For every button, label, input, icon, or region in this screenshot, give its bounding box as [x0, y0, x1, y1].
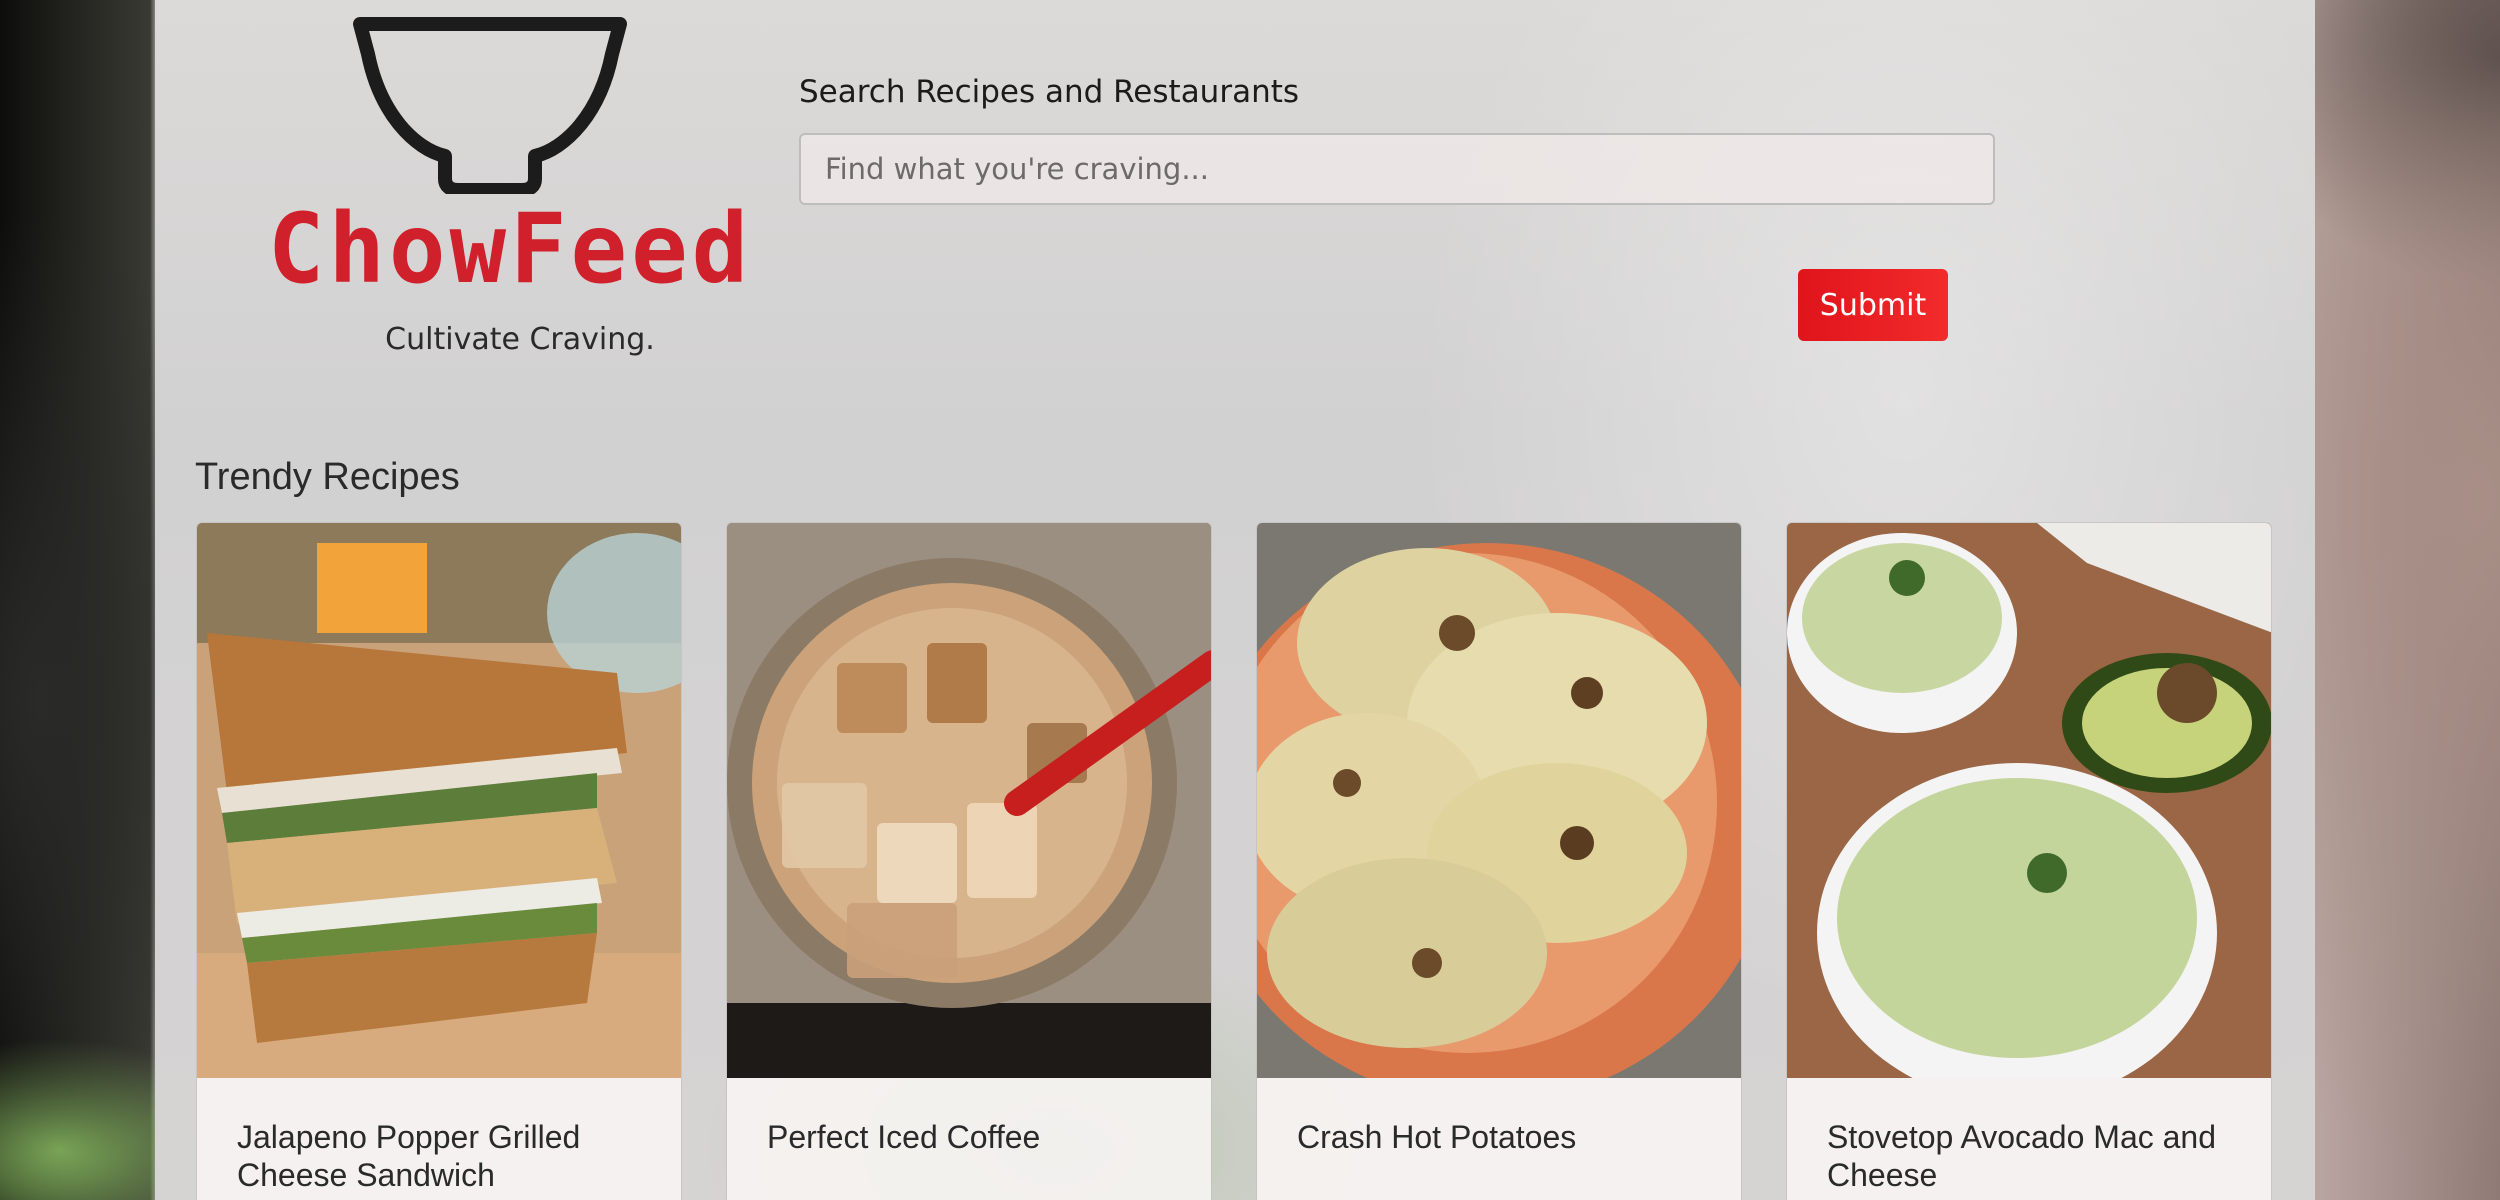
recipe-card[interactable]: Perfect Iced Coffee [726, 522, 1212, 1200]
recipe-card-body: Jalapeno Popper Grilled Cheese Sandwich [197, 1078, 681, 1200]
recipe-title[interactable]: Stovetop Avocado Mac and Cheese [1827, 1118, 2247, 1194]
brand-tagline: Cultivate Craving. [385, 322, 655, 357]
trendy-recipes-heading: Trendy Recipes [195, 456, 460, 498]
recipe-card-body: Stovetop Avocado Mac and Cheese [1787, 1078, 2271, 1200]
recipe-title[interactable]: Crash Hot Potatoes [1297, 1118, 1717, 1156]
recipe-card[interactable]: Crash Hot Potatoes [1256, 522, 1742, 1200]
avocado-mac-photo[interactable] [1787, 523, 2271, 1078]
smashed-potatoes-photo[interactable] [1257, 523, 1741, 1078]
recipe-title[interactable]: Perfect Iced Coffee [767, 1118, 1187, 1156]
search-label: Search Recipes and Restaurants [799, 74, 1300, 110]
search-input[interactable] [799, 133, 1995, 205]
submit-button[interactable]: Submit [1798, 269, 1948, 341]
recipe-card-body: Perfect Iced Coffee [727, 1078, 1211, 1200]
grilled-cheese-photo[interactable] [197, 523, 681, 1078]
brand-logo[interactable]: ChowFeed Cultivate Craving. [255, 14, 765, 364]
main-panel: ChowFeed Cultivate Craving. Search Recip… [155, 0, 2315, 1200]
bowl-icon [353, 17, 627, 194]
brand-name: ChowFeed [267, 193, 753, 305]
recipe-title[interactable]: Jalapeno Popper Grilled Cheese Sandwich [237, 1118, 657, 1194]
recipe-card[interactable]: Jalapeno Popper Grilled Cheese Sandwich [196, 522, 682, 1200]
recipe-card-body: Crash Hot Potatoes [1257, 1078, 1741, 1200]
recipe-card[interactable]: Stovetop Avocado Mac and Cheese [1786, 522, 2272, 1200]
iced-coffee-photo[interactable] [727, 523, 1211, 1078]
